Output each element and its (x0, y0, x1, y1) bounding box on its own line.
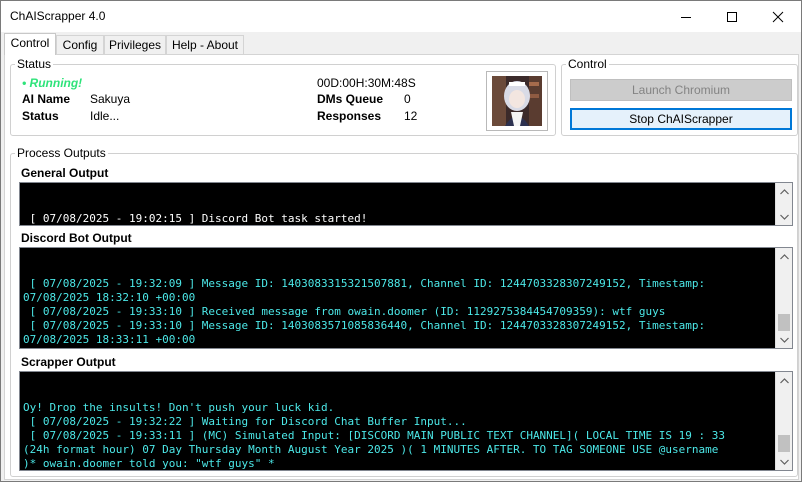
dms-queue-value: 0 (404, 92, 411, 106)
minimize-button[interactable] (663, 1, 709, 32)
tab-help-about[interactable]: Help - About (166, 35, 244, 54)
avatar (486, 71, 548, 131)
window-title: ChAIScrapper 4.0 (10, 9, 106, 23)
app-window: ChAIScrapper 4.0 Control Config Privileg… (0, 0, 802, 482)
scroll-up-icon[interactable] (776, 372, 792, 389)
close-button[interactable] (755, 1, 801, 32)
status-label: Status (22, 109, 59, 123)
scrapper-output-console[interactable]: Oy! Drop the insults! Don't push your lu… (19, 371, 793, 471)
scroll-up-icon[interactable] (776, 183, 792, 200)
control-group: Control Launch Chromium Stop ChAIScrappe… (561, 57, 798, 136)
scroll-thumb[interactable] (778, 314, 790, 331)
tab-config[interactable]: Config (56, 35, 104, 54)
tab-control[interactable]: Control (4, 33, 56, 55)
scrapper-output-scrollbar[interactable] (775, 372, 792, 470)
general-output-scrollbar[interactable] (775, 183, 792, 225)
discord-output-console[interactable]: [ 07/08/2025 - 19:32:09 ] Message ID: 14… (19, 247, 793, 349)
stop-scrapper-button[interactable]: Stop ChAIScrapper (570, 108, 792, 130)
dms-queue-label: DMs Queue (317, 92, 384, 106)
scroll-up-icon[interactable] (776, 248, 792, 265)
responses-value: 12 (404, 109, 418, 123)
discord-output-scrollbar[interactable] (775, 248, 792, 348)
responses-label: Responses (317, 109, 382, 123)
scroll-down-icon[interactable] (776, 208, 792, 225)
scroll-down-icon[interactable] (776, 331, 792, 348)
general-output-console[interactable]: [ 07/08/2025 - 19:02:15 ] Discord Bot ta… (19, 182, 793, 226)
character-avatar-image (487, 72, 547, 130)
scroll-thumb[interactable] (778, 435, 790, 452)
scrapper-output-title: Scrapper Output (21, 355, 116, 369)
status-legend: Status (15, 57, 54, 71)
general-output-title: General Output (21, 166, 109, 180)
general-output-text: [ 07/08/2025 - 19:02:15 ] Discord Bot ta… (23, 212, 368, 225)
discord-output-text: [ 07/08/2025 - 19:32:09 ] Message ID: 14… (23, 277, 706, 346)
process-outputs-group: Process Outputs General Output [ 07/08/2… (10, 146, 798, 477)
process-outputs-legend: Process Outputs (15, 146, 108, 160)
discord-output-title: Discord Bot Output (21, 231, 132, 245)
control-tab-panel: Status • Running! 00D:00H:30M:48S AI Nam… (4, 54, 799, 480)
uptime-text: 00D:00H:30M:48S (317, 76, 416, 90)
title-bar[interactable]: ChAIScrapper 4.0 (1, 1, 801, 32)
ai-name-label: AI Name (22, 92, 71, 106)
running-indicator: • Running! (22, 76, 83, 90)
status-group: Status • Running! 00D:00H:30M:48S AI Nam… (10, 57, 556, 136)
status-value: Idle... (90, 109, 120, 123)
minimize-icon (681, 16, 691, 18)
ai-name-value: Sakuya (90, 92, 131, 106)
scrapper-output-text: Oy! Drop the insults! Don't push your lu… (23, 401, 725, 470)
launch-chromium-button[interactable]: Launch Chromium (570, 79, 792, 101)
maximize-button[interactable] (709, 1, 755, 32)
maximize-icon (727, 11, 737, 22)
scroll-down-icon[interactable] (776, 453, 792, 470)
control-legend: Control (566, 57, 609, 71)
close-icon (772, 11, 784, 22)
tab-privileges[interactable]: Privileges (104, 35, 166, 54)
